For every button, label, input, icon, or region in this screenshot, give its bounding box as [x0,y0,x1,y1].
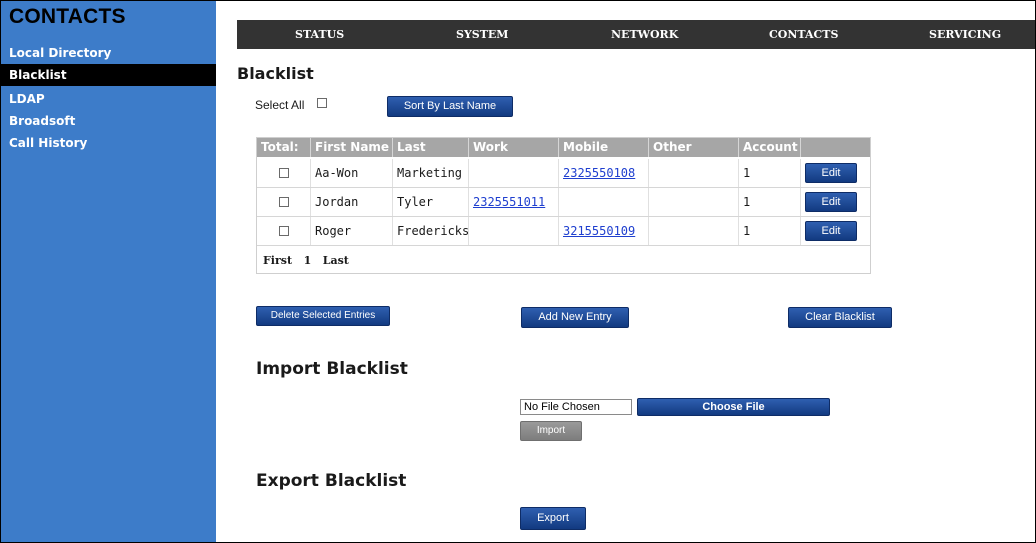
cell-last-name: Fredericks [393,217,469,245]
sidebar-item-local-directory[interactable]: Local Directory [1,42,216,64]
cell-work: 2325551011 [469,188,559,216]
select-all-checkbox[interactable] [317,98,327,108]
cell-last-name: Tyler [393,188,469,216]
cell-account: 1 [739,217,801,245]
row-select-cell [257,188,311,216]
cell-mobile: 2325550108 [559,159,649,187]
edit-button[interactable]: Edit [805,163,857,183]
top-nav: STATUS SYSTEM NETWORK CONTACTS SERVICING [237,20,1035,49]
sidebar-title: CONTACTS [9,5,126,28]
cell-other [649,217,739,245]
nav-status[interactable]: STATUS [295,20,344,49]
table-row: Roger Fredericks 3215550109 1 Edit [257,217,870,246]
cell-other [649,159,739,187]
cell-first-name: Aa-Won [311,159,393,187]
work-number-link[interactable]: 2325551011 [473,195,545,209]
header-work: Work [469,138,559,157]
nav-servicing[interactable]: SERVICING [929,20,1001,49]
cell-last-name: Marketing [393,159,469,187]
cell-first-name: Roger [311,217,393,245]
row-checkbox[interactable] [279,226,289,236]
row-select-cell [257,159,311,187]
cell-edit: Edit [801,188,870,216]
header-other: Other [649,138,739,157]
header-edit [801,138,870,157]
cell-work [469,217,559,245]
sidebar-item-ldap[interactable]: LDAP [1,88,216,110]
cell-first-name: Jordan [311,188,393,216]
choose-file-button[interactable]: Choose File [637,398,830,416]
page-title: Blacklist [237,64,314,83]
header-mobile: Mobile [559,138,649,157]
cell-account: 1 [739,159,801,187]
sidebar-item-blacklist[interactable]: Blacklist [1,64,216,86]
nav-contacts[interactable]: CONTACTS [769,20,838,49]
header-account: Account [739,138,801,157]
table-row: Aa-Won Marketing 2325550108 1 Edit [257,159,870,188]
cell-mobile: 3215550109 [559,217,649,245]
header-total: Total: 3 [257,138,311,173]
edit-button[interactable]: Edit [805,221,857,241]
row-checkbox[interactable] [279,168,289,178]
cell-edit: Edit [801,159,870,187]
delete-selected-entries-button[interactable]: Delete Selected Entries [256,306,390,326]
sidebar-item-broadsoft[interactable]: Broadsoft [1,110,216,132]
header-last-name: Last Name [393,138,469,173]
sidebar: CONTACTS Local Directory Blacklist LDAP … [1,1,216,542]
cell-other [649,188,739,216]
export-button[interactable]: Export [520,507,586,530]
pager-first-link[interactable]: First [263,254,292,267]
clear-blacklist-button[interactable]: Clear Blacklist [788,307,892,328]
sidebar-item-call-history[interactable]: Call History [1,132,216,154]
row-checkbox[interactable] [279,197,289,207]
sort-by-last-name-button[interactable]: Sort By Last Name [387,96,513,117]
table-row: Jordan Tyler 2325551011 1 Edit [257,188,870,217]
row-select-cell [257,217,311,245]
file-name-field: No File Chosen [520,399,632,415]
pager-last-link[interactable]: Last [323,254,349,267]
header-first-name: First Name [311,138,393,157]
web-ui-frame: CONTACTS Local Directory Blacklist LDAP … [0,0,1036,543]
import-blacklist-title: Import Blacklist [256,359,408,379]
pager-page-number[interactable]: 1 [304,254,312,267]
blacklist-table: Total: 3 First Name Last Name Work Mobil… [256,137,871,274]
cell-account: 1 [739,188,801,216]
table-header: Total: 3 First Name Last Name Work Mobil… [257,138,870,173]
import-button[interactable]: Import [520,421,582,441]
export-blacklist-title: Export Blacklist [256,471,407,491]
cell-work [469,159,559,187]
nav-network[interactable]: NETWORK [611,20,678,49]
edit-button[interactable]: Edit [805,192,857,212]
add-new-entry-button[interactable]: Add New Entry [521,307,629,328]
pagination: First 1 Last [263,254,349,267]
nav-system[interactable]: SYSTEM [456,20,509,49]
cell-edit: Edit [801,217,870,245]
mobile-number-link[interactable]: 2325550108 [563,166,635,180]
mobile-number-link[interactable]: 3215550109 [563,224,635,238]
cell-mobile [559,188,649,216]
select-all-label: Select All [255,98,305,112]
